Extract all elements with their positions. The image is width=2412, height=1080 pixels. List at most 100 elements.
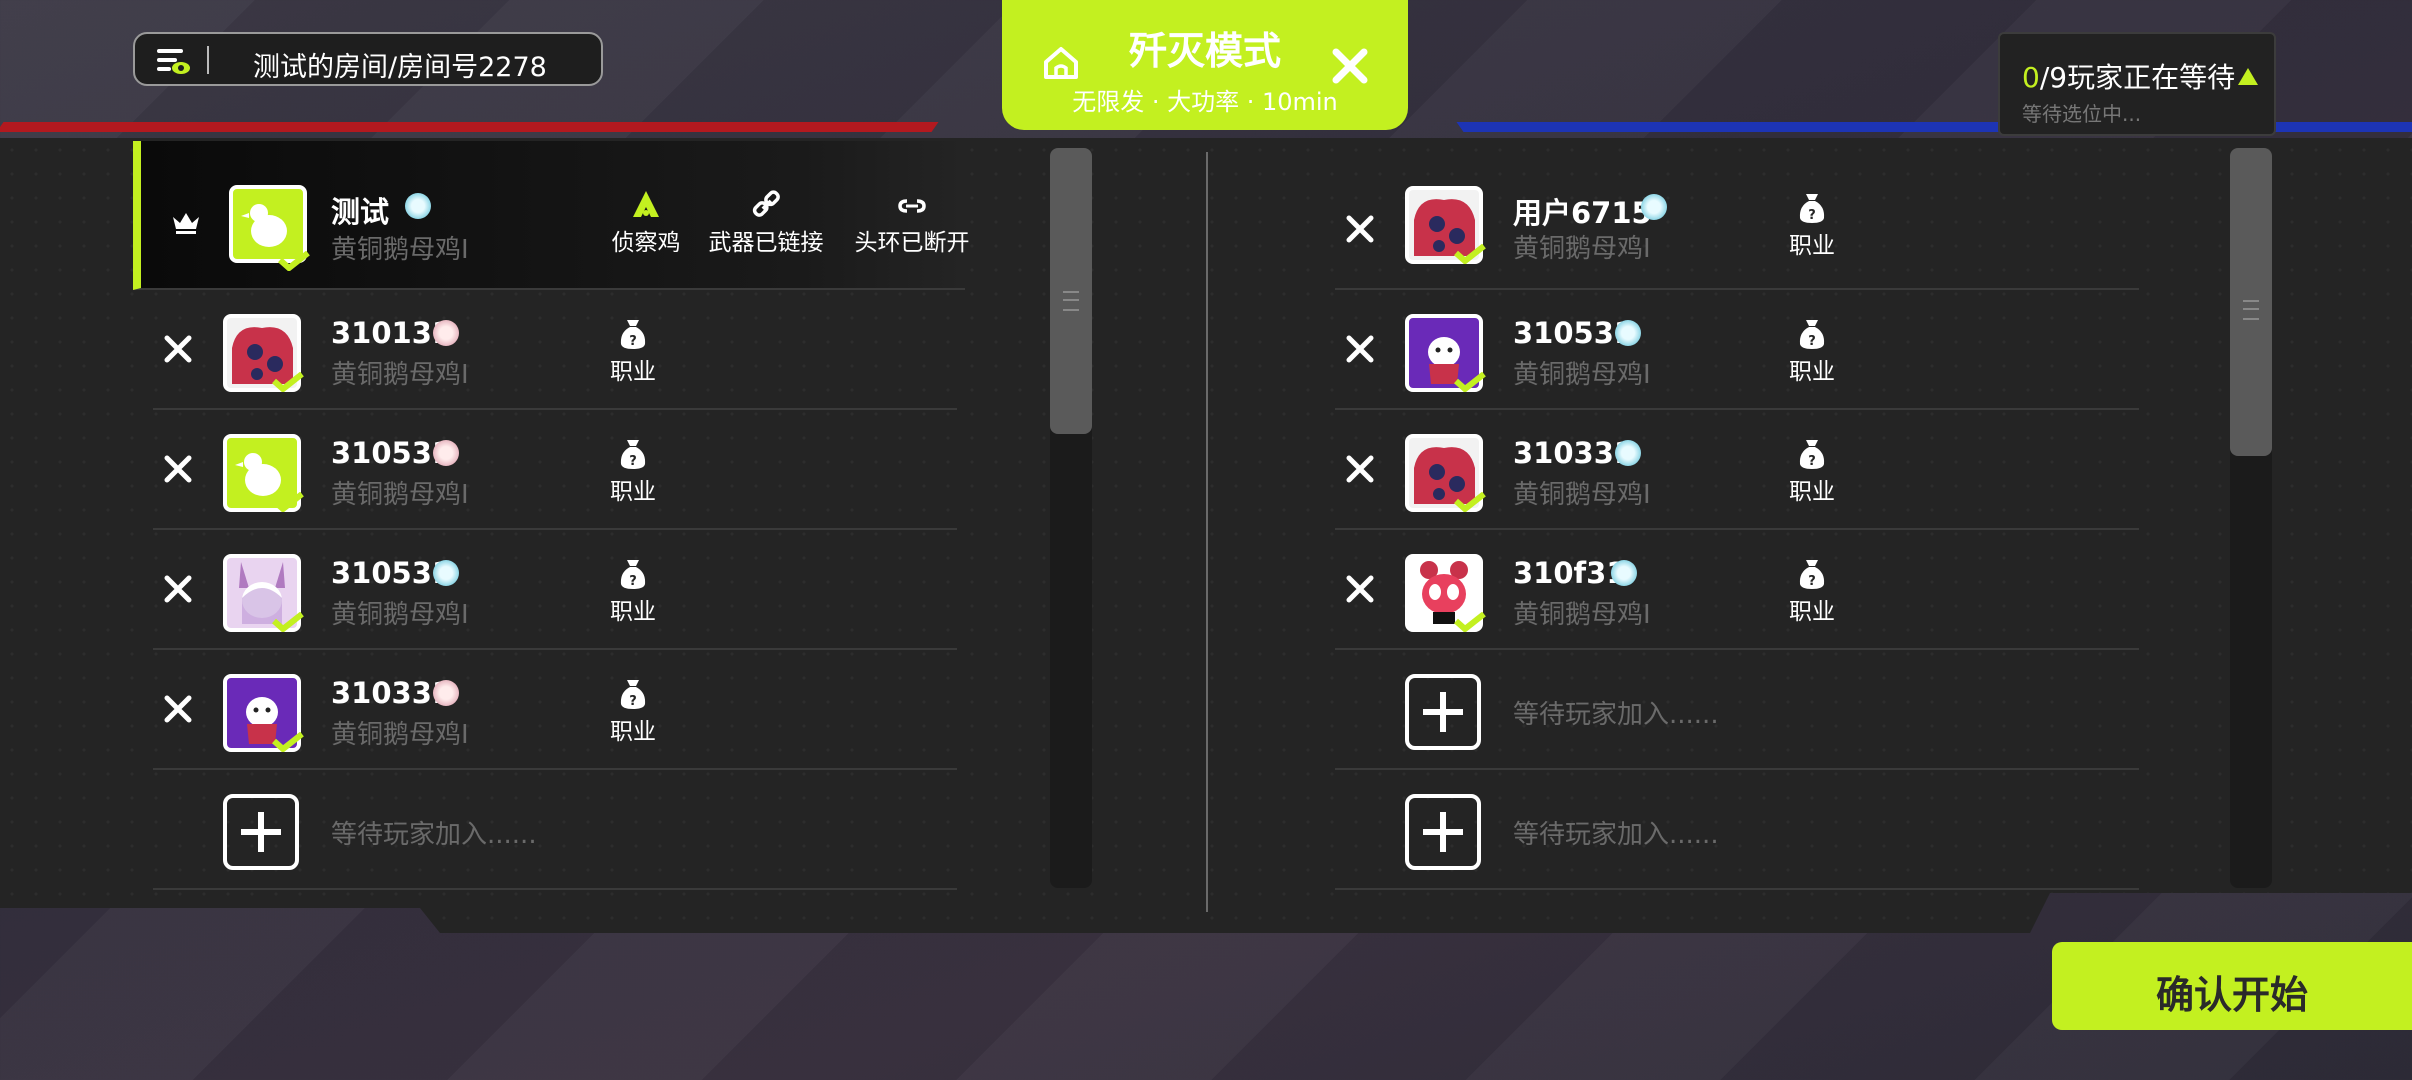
ready-check-icon: [272, 612, 304, 632]
svg-text:?: ?: [1808, 574, 1816, 589]
rank-badge-icon: [433, 440, 459, 466]
role-selector[interactable]: ? 职业: [1767, 318, 1857, 386]
role-selector[interactable]: ? 职业: [588, 558, 678, 626]
link-icon: [752, 190, 780, 217]
ready-check-icon: [272, 492, 304, 512]
room-title: 测试的房间/房间号2278: [253, 52, 547, 83]
team-divider: [1206, 152, 1208, 912]
svg-text:?: ?: [629, 334, 637, 349]
rank-badge-icon: [433, 320, 459, 346]
ready-check-icon: [272, 732, 304, 752]
role-scout[interactable]: 侦察鸡: [596, 189, 696, 257]
svg-text:?: ?: [629, 454, 637, 469]
player-row[interactable]: 310331 黄铜鹅母鸡I ? 职业: [153, 650, 957, 770]
kick-player-icon[interactable]: [163, 574, 193, 604]
scroll-thumb[interactable]: [1050, 148, 1092, 434]
empty-slot-text: 等待玩家加入......: [1513, 700, 1719, 730]
rank-badge-icon: [1615, 320, 1641, 346]
player-rank-name: 黄铜鹅母鸡I: [1513, 234, 1651, 264]
blue-team-scrollbar[interactable]: [2230, 148, 2272, 888]
rank-badge-icon: [1641, 194, 1667, 220]
waiting-status-box[interactable]: 0/9玩家正在等待 等待选位中...: [1998, 32, 2276, 136]
role-selector[interactable]: ? 职业: [1767, 192, 1857, 260]
ready-check-icon: [272, 372, 304, 392]
waiting-subtext: 等待选位中...: [2022, 102, 2142, 126]
unlink-icon: [898, 199, 926, 213]
player-name: 测试: [331, 195, 390, 229]
confirm-start-label: 确认开始: [2155, 973, 2308, 1017]
player-name: 用户6715: [1513, 196, 1652, 230]
rank-badge-icon: [405, 193, 431, 219]
role-selector[interactable]: ? 职业: [588, 678, 678, 746]
rank-badge-icon: [433, 560, 459, 586]
empty-slot-text: 等待玩家加入......: [1513, 820, 1719, 850]
add-player-icon[interactable]: [1405, 794, 1481, 870]
player-row[interactable]: 310331 黄铜鹅母鸡I ? 职业: [1335, 410, 2139, 530]
confirm-start-button[interactable]: 确认开始: [2052, 942, 2412, 1030]
player-row[interactable]: 310131 黄铜鹅母鸡I ? 职业: [153, 290, 957, 410]
role-selector[interactable]: ? 职业: [1767, 438, 1857, 506]
ready-check-icon: [1454, 372, 1486, 392]
player-rank-name: 黄铜鹅母鸡I: [1513, 600, 1651, 630]
svg-text:?: ?: [1808, 208, 1816, 223]
role-selector[interactable]: ? 职业: [588, 438, 678, 506]
player-rank-name: 黄铜鹅母鸡I: [331, 480, 469, 510]
unknown-role-icon: ?: [620, 680, 646, 709]
ready-check-icon: [278, 251, 310, 271]
kick-player-icon[interactable]: [163, 454, 193, 484]
player-row[interactable]: 310531 黄铜鹅母鸡I ? 职业: [153, 410, 957, 530]
add-player-icon[interactable]: [223, 794, 299, 870]
ready-check-icon: [1454, 612, 1486, 632]
player-row-host[interactable]: 测试 黄铜鹅母鸡I 侦察鸡 武器已链接 头环已断开: [133, 141, 970, 290]
weapon-linked-status: 武器已链接: [701, 189, 831, 257]
waiting-count: 0/9玩家正在等待: [2022, 61, 2236, 94]
kick-player-icon[interactable]: [1345, 334, 1375, 364]
kick-player-icon[interactable]: [1345, 454, 1375, 484]
unknown-role-icon: ?: [620, 440, 646, 469]
rank-badge-icon: [1611, 560, 1637, 586]
role-selector[interactable]: ? 职业: [588, 318, 678, 386]
add-player-icon[interactable]: [1405, 674, 1481, 750]
role-selector[interactable]: ? 职业: [1767, 558, 1857, 626]
player-rank-name: 黄铜鹅母鸡I: [331, 720, 469, 750]
player-row[interactable]: 用户6715 黄铜鹅母鸡I ? 职业: [1335, 170, 2139, 290]
red-team-scrollbar[interactable]: [1050, 148, 1092, 888]
player-rank-name: 黄铜鹅母鸡I: [331, 600, 469, 630]
headband-disconnected-status: 头环已断开: [847, 189, 977, 257]
kick-player-icon[interactable]: [163, 334, 193, 364]
player-row[interactable]: 310531 黄铜鹅母鸡I ? 职业: [153, 530, 957, 650]
empty-slot[interactable]: 等待玩家加入......: [1335, 770, 2139, 890]
kick-player-icon[interactable]: [1345, 214, 1375, 244]
expand-triangle-icon: [2238, 68, 2258, 85]
crown-icon: [173, 213, 199, 234]
player-rank-name: 黄铜鹅母鸡I: [1513, 360, 1651, 390]
room-separator: [207, 46, 209, 74]
unknown-role-icon: ?: [620, 320, 646, 349]
red-team-bar: [0, 122, 939, 132]
svg-text:?: ?: [629, 694, 637, 709]
unknown-role-icon: ?: [1799, 320, 1825, 349]
unknown-role-icon: ?: [1799, 560, 1825, 589]
kick-player-icon[interactable]: [163, 694, 193, 724]
room-info-box[interactable]: 测试的房间/房间号2278: [133, 32, 603, 86]
player-name: 310f31: [1513, 556, 1627, 590]
ready-check-icon: [1454, 244, 1486, 264]
close-icon[interactable]: [1328, 44, 1372, 88]
player-row[interactable]: 310f31 黄铜鹅母鸡I ? 职业: [1335, 530, 2139, 650]
room-list-eye-icon: [157, 49, 190, 74]
empty-slot[interactable]: 等待玩家加入......: [1335, 650, 2139, 770]
player-rank-name: 黄铜鹅母鸡I: [331, 360, 469, 390]
rank-badge-icon: [433, 680, 459, 706]
player-row[interactable]: 310531 黄铜鹅母鸡I ? 职业: [1335, 290, 2139, 410]
svg-text:?: ?: [629, 574, 637, 589]
unknown-role-icon: ?: [1799, 440, 1825, 469]
unknown-role-icon: ?: [620, 560, 646, 589]
unknown-role-icon: ?: [1799, 194, 1825, 223]
kick-player-icon[interactable]: [1345, 574, 1375, 604]
ready-check-icon: [1454, 492, 1486, 512]
svg-text:?: ?: [1808, 454, 1816, 469]
scroll-thumb[interactable]: [2230, 148, 2272, 456]
empty-slot[interactable]: 等待玩家加入......: [153, 770, 957, 890]
rank-badge-icon: [1615, 440, 1641, 466]
mode-header: 歼灭模式 无限发 · 大功率 · 10min: [1002, 0, 1408, 130]
